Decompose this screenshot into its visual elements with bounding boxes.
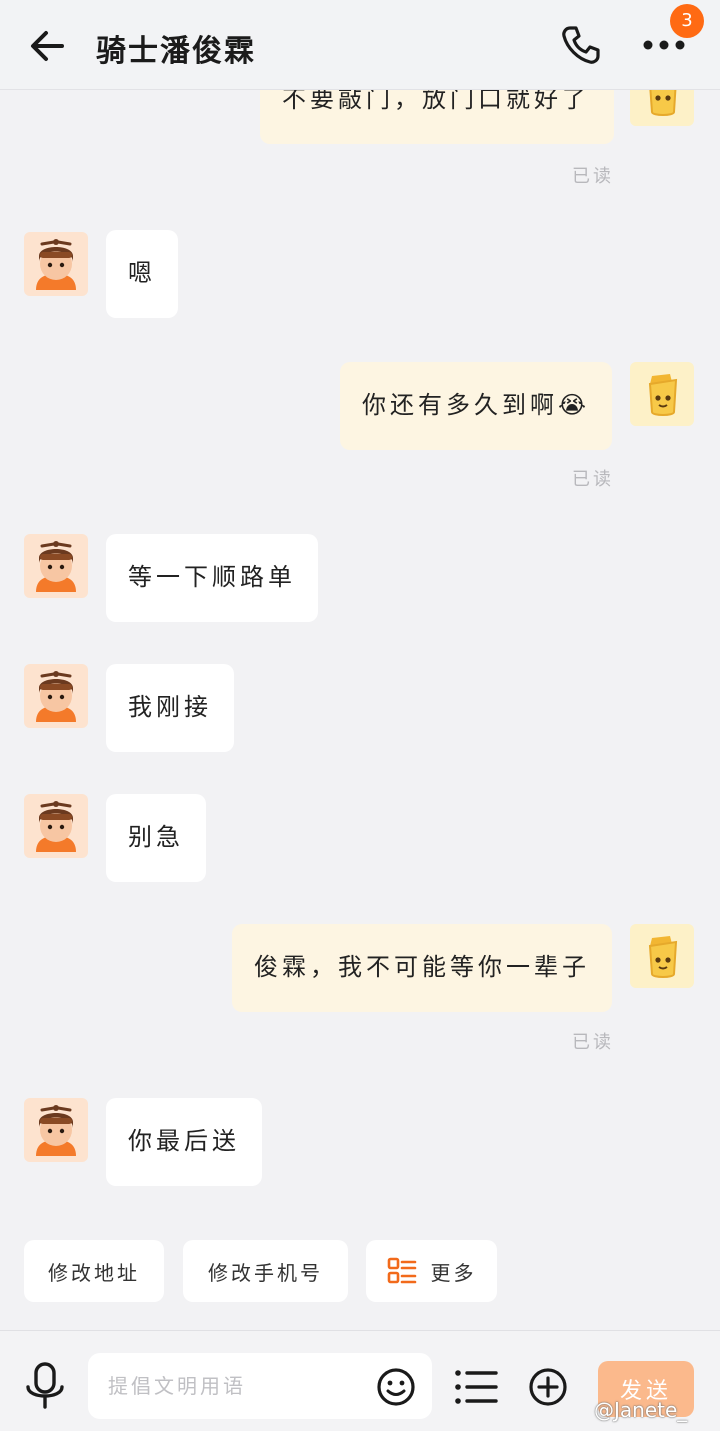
shortcut-list-button[interactable] [454,1367,498,1407]
user-avatar[interactable] [630,90,694,126]
read-receipt: 已读 [572,166,614,187]
emoji-button[interactable] [376,1367,416,1407]
incoming-message[interactable]: 我刚接 [106,664,234,752]
notification-badge: 3 [670,4,704,38]
plus-circle-icon [529,1368,567,1406]
outgoing-message[interactable]: 你还有多久到啊😭 [340,362,613,450]
read-receipt: 已读 [572,469,614,490]
chat-header: 骑士潘俊霖 3 [0,0,720,90]
list-icon [455,1370,498,1404]
incoming-message[interactable]: 等一下顺路单 [106,534,318,622]
grid-list-icon [387,1257,416,1284]
outgoing-message[interactable]: 不要敲门，放门口就好了 [260,90,614,144]
message-text: 等一下顺路单 [128,563,296,591]
incoming-message[interactable]: 别急 [106,794,206,882]
user-avatar[interactable] [630,924,694,988]
rider-avatar[interactable] [24,534,88,598]
arrow-left-icon [31,31,64,61]
rider-avatar[interactable] [24,664,88,728]
modify-address-button[interactable]: 修改地址 [24,1240,164,1302]
add-attachment-button[interactable] [528,1367,568,1407]
message-text: 你还有多久到啊😭 [362,391,591,419]
message-text: 嗯 [128,259,156,287]
microphone-icon [26,1362,64,1409]
rider-avatar[interactable] [24,794,88,858]
smiley-icon [377,1368,415,1406]
message-text: 你最后送 [128,1127,240,1155]
incoming-message[interactable]: 嗯 [106,230,178,318]
message-list[interactable]: 不要敲门，放门口就好了 已读 嗯 你还有多久到啊😭 已读 等一下顺路单 我刚接 … [0,90,720,1230]
phone-icon [562,26,600,64]
message-text: 不要敲门，放门口就好了 [282,90,590,113]
watermark: @Janete_ [594,1398,688,1422]
message-text: 俊霖，我不可能等你一辈子 [254,953,590,981]
message-text: 我刚接 [128,693,212,721]
user-avatar[interactable] [630,362,694,426]
message-text: 别急 [128,823,184,851]
chat-title: 骑士潘俊霖 [96,34,256,69]
modify-phone-label: 修改手机号 [208,1260,323,1285]
voice-input-button[interactable] [24,1361,66,1409]
call-button[interactable] [558,22,604,68]
more-actions-button[interactable]: 更多 [366,1240,497,1302]
read-receipt: 已读 [572,1032,614,1053]
incoming-message[interactable]: 你最后送 [106,1098,262,1186]
modify-phone-button[interactable]: 修改手机号 [183,1240,348,1302]
back-button[interactable] [26,24,70,68]
rider-avatar[interactable] [24,1098,88,1162]
outgoing-message[interactable]: 俊霖，我不可能等你一辈子 [232,924,612,1012]
modify-address-label: 修改地址 [48,1260,140,1285]
more-actions-label: 更多 [430,1260,477,1285]
rider-avatar[interactable] [24,232,88,296]
